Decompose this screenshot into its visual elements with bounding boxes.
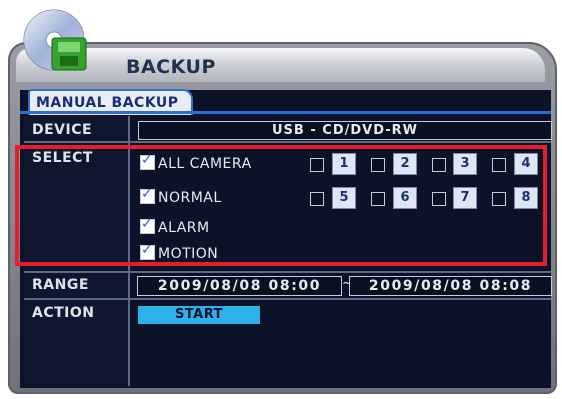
window-title: BACKUP [126,56,216,78]
divider [24,271,551,273]
range-label: RANGE [32,277,89,293]
action-label: ACTION [32,305,95,321]
device-label: DEVICE [32,122,93,138]
divider [24,141,551,143]
range-from-field[interactable]: 2009/08/08 08:00 [137,276,342,296]
start-button[interactable]: START [138,306,260,324]
divider [24,298,551,300]
device-field[interactable]: USB - CD/DVD-RW [138,121,552,140]
tab-underline [20,111,551,114]
backup-cd-logo-icon [23,9,87,71]
select-highlight [15,145,547,266]
range-to-field[interactable]: 2009/08/08 08:08 [349,276,552,296]
